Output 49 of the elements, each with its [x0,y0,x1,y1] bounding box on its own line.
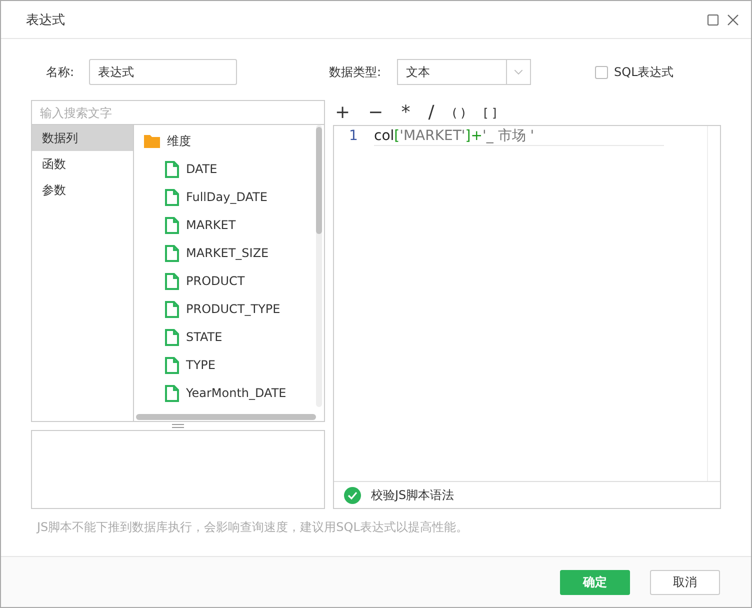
name-field[interactable]: 表达式 [89,59,237,85]
data-type-label: 数据类型: [329,64,382,80]
document-icon [165,272,179,290]
check-circle-icon [344,486,361,504]
scrollbar-thumb[interactable] [316,127,322,234]
sql-label: SQL表达式 [614,64,674,80]
maximize-icon[interactable] [707,14,719,26]
field-item[interactable]: FullDay_DATE [186,190,268,204]
document-icon [165,244,179,262]
document-icon [165,188,179,206]
resize-handle-icon[interactable] [172,424,184,428]
document-icon [165,356,179,374]
category-item[interactable]: 数据列 [32,125,133,151]
window-title: 表达式 [26,12,66,28]
operator-button[interactable]: * [399,102,412,122]
operator-button[interactable]: + [333,102,352,122]
category-item[interactable]: 函数 [32,151,133,177]
field-item[interactable]: MARKET_SIZE [186,246,269,260]
sql-checkbox[interactable] [595,66,608,78]
validate-label[interactable]: 校验JS脚本语法 [371,486,454,504]
document-icon [165,300,179,318]
document-icon [165,328,179,346]
field-item[interactable]: PRODUCT_TYPE [186,302,280,316]
document-icon [165,216,179,234]
line-number: 1 [348,127,359,146]
field-item[interactable]: TYPE [186,358,216,372]
category-item[interactable]: 参数 [32,177,133,203]
search-field[interactable]: 输入搜索文字 [31,100,325,125]
field-item[interactable]: STATE [186,330,222,344]
code-editor[interactable]: 1 col['MARKET']+'_ 市场 ' 校验JS脚本语法 [333,125,721,509]
hint-text: JS脚本不能下推到数据库执行，会影响查询速度，建议用SQL表达式以提高性能。 [35,519,469,536]
cancel-button[interactable]: 取消 [650,570,720,594]
scrollbar-thumb[interactable] [136,414,316,420]
operator-button[interactable]: ( ) [450,102,468,122]
field-item[interactable]: PRODUCT [186,274,245,288]
data-type-dropdown[interactable]: 文本 [397,59,531,85]
field-item[interactable]: YearMonth_DATE [186,386,286,400]
field-item[interactable]: DATE [186,162,218,176]
operator-button[interactable]: / [426,102,436,122]
field-item[interactable]: MARKET [186,218,236,232]
operator-button[interactable]: [ ] [481,102,499,122]
operator-button[interactable]: − [366,102,386,122]
close-icon[interactable] [727,14,739,26]
tree-folder[interactable]: 维度 [167,132,191,150]
document-icon [165,384,179,402]
folder-icon [144,134,160,148]
name-label: 名称: [44,64,76,80]
code-line: col['MARKET']+'_ 市场 ' [374,126,664,146]
document-icon [165,160,179,178]
